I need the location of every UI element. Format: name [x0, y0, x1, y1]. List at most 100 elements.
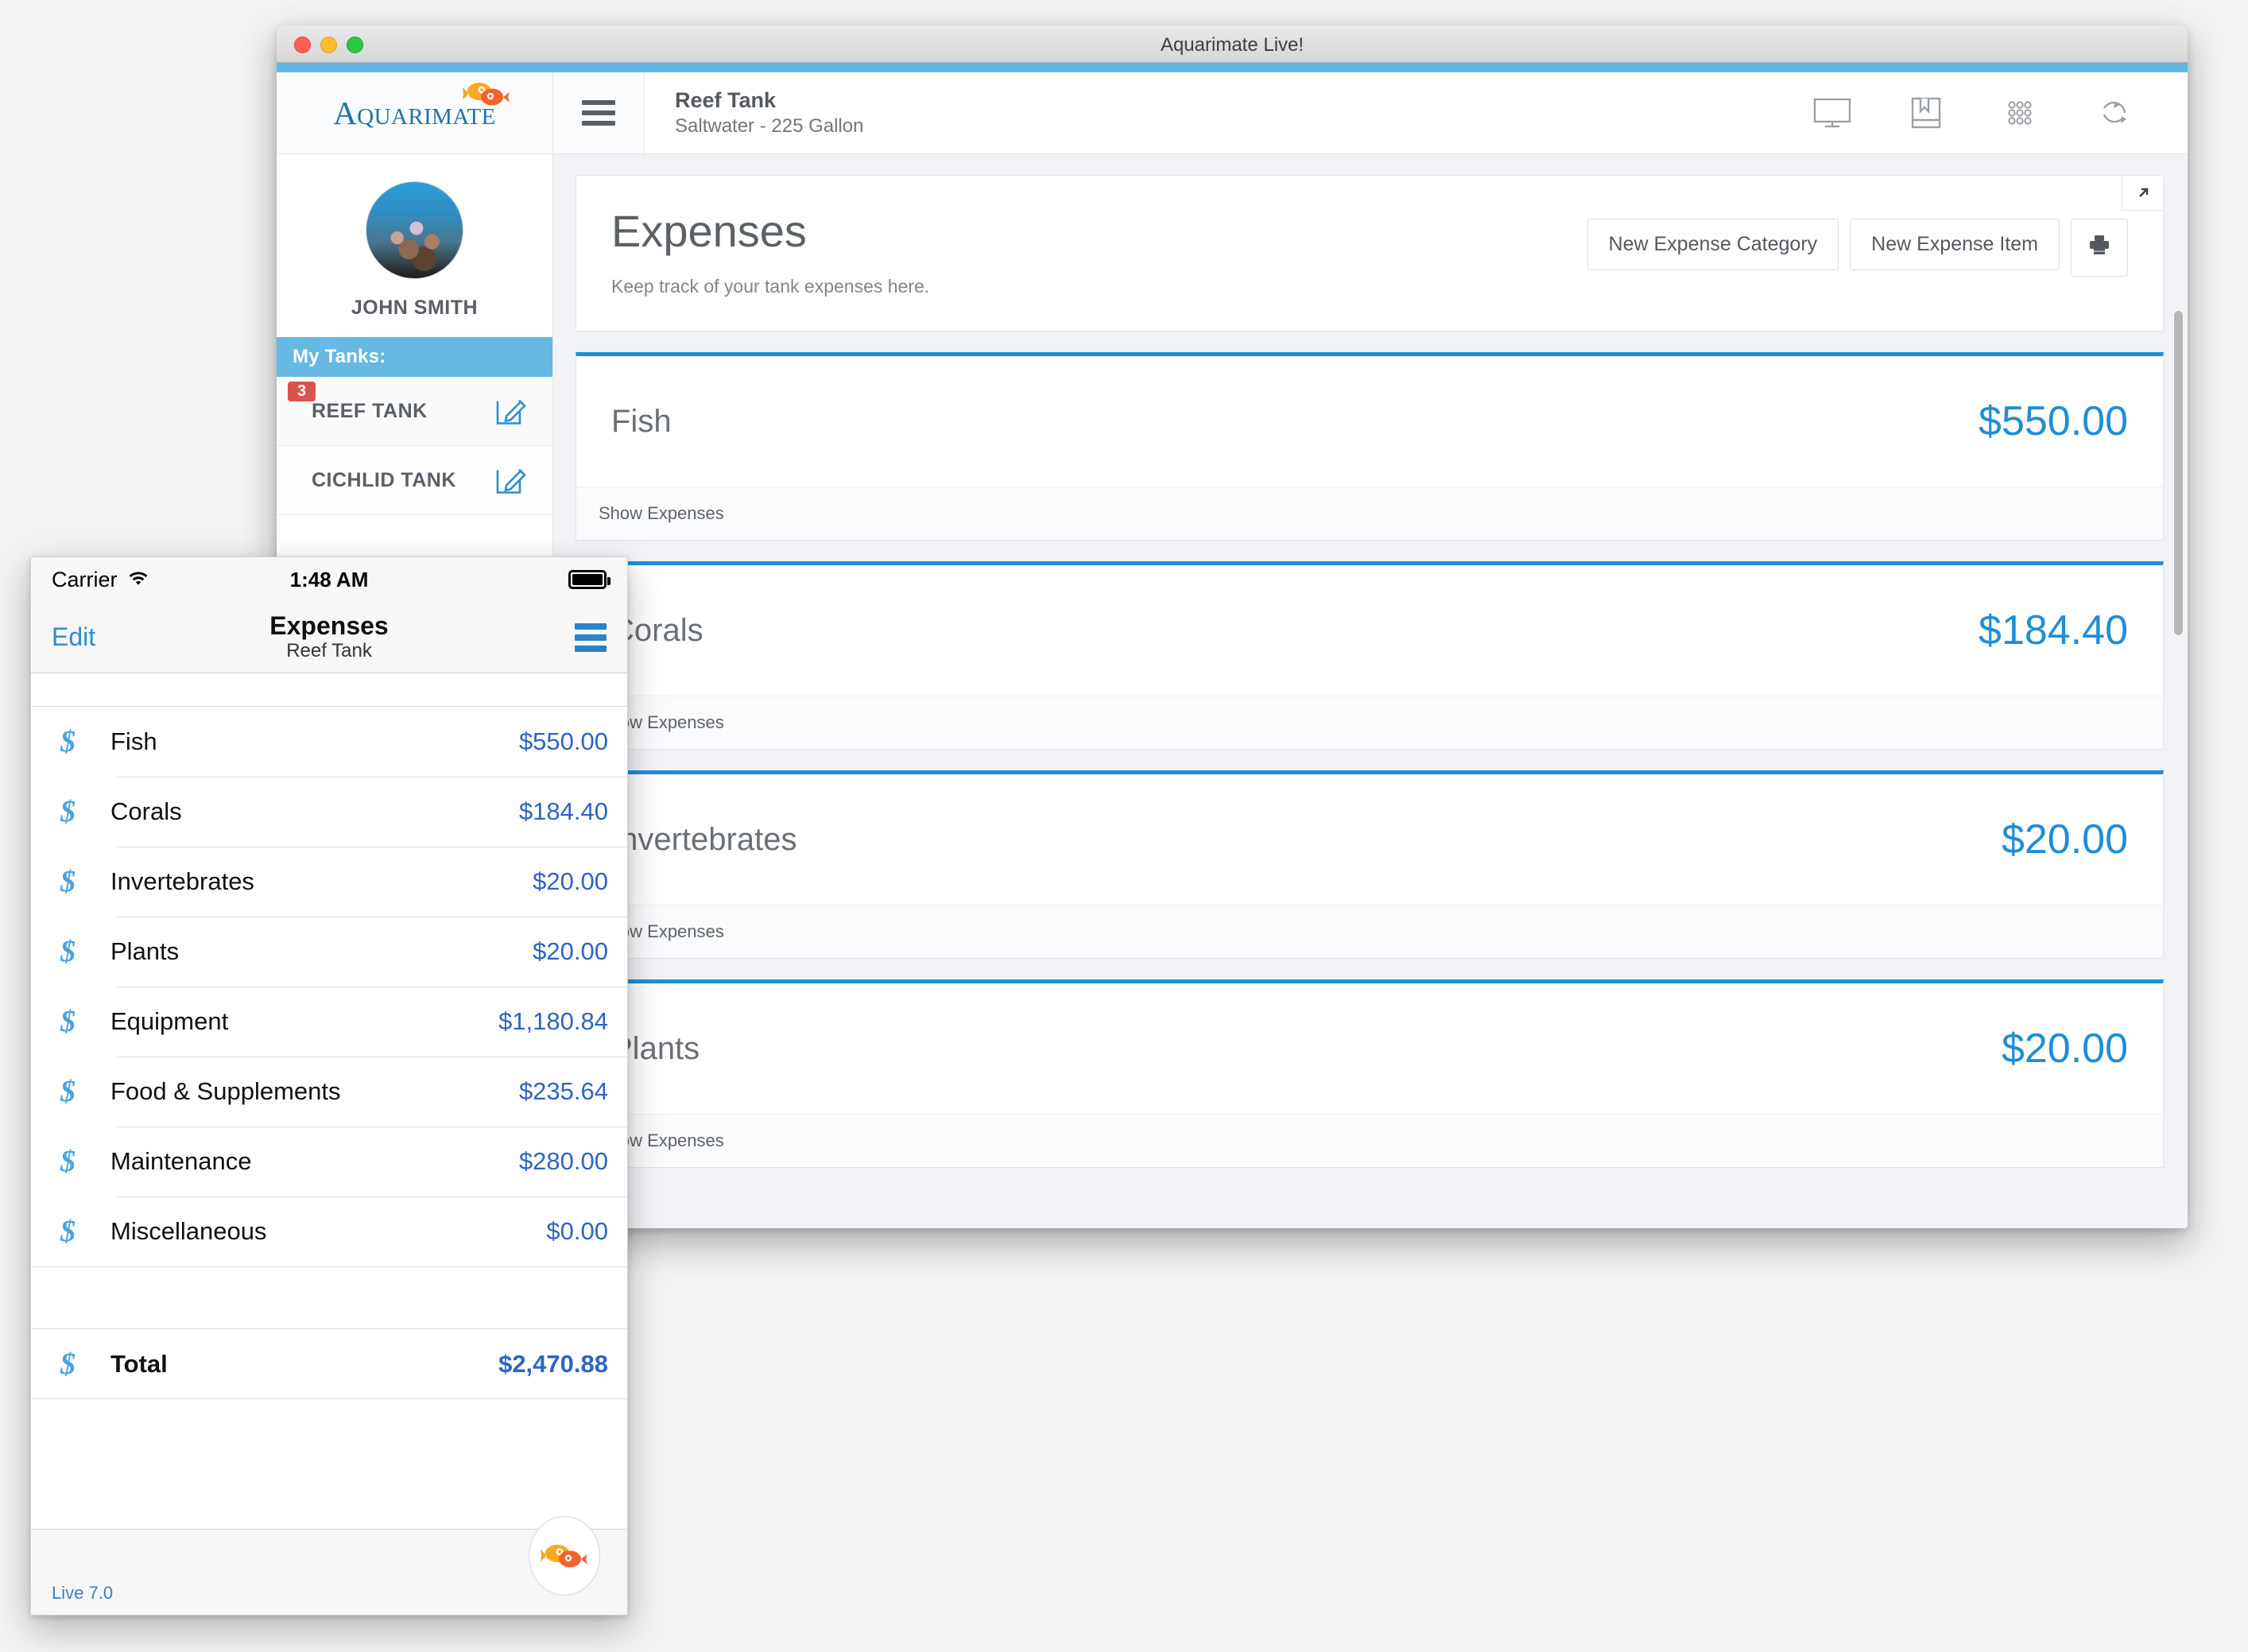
list-item-label: Food & Supplements [110, 1077, 341, 1105]
screen-root: Aquarimate Live! Aquarimate Reef Tank Sa… [0, 0, 2248, 1652]
list-item[interactable]: $ Equipment $1,180.84 [31, 987, 627, 1057]
print-button[interactable] [2071, 219, 2128, 277]
printer-icon [2087, 233, 2111, 262]
avatar[interactable] [366, 181, 463, 279]
new-expense-item-button[interactable]: New Expense Item [1850, 219, 2060, 270]
dollar-icon: $ [50, 794, 96, 829]
page-action-buttons: New Expense Category New Expense Item [1587, 209, 2128, 277]
page-header-panel: Expenses Keep track of your tank expense… [576, 175, 2164, 332]
svg-text:$: $ [60, 935, 76, 968]
list-item-amount: $184.40 [518, 797, 608, 825]
total-amount: $2,470.88 [498, 1349, 608, 1378]
category-name: Invertebrates [611, 821, 797, 857]
book-icon[interactable] [1879, 95, 1973, 131]
app-logo[interactable]: Aquarimate [277, 72, 553, 153]
list-empty-area [31, 1398, 627, 1529]
expense-category-card: Corals $184.40 Show Expenses [576, 561, 2164, 750]
app-version-label: Live 7.0 [52, 1583, 114, 1603]
refresh-icon[interactable] [2067, 94, 2161, 132]
expense-list: $ Fish $550.00 $ Corals $184.40 $ Invert… [31, 707, 627, 1398]
list-section-spacer [31, 1266, 627, 1328]
toolbar-icon-group [1785, 72, 2188, 153]
sidebar-item-label: REEF TANK [312, 399, 428, 422]
grid-apps-icon[interactable] [1973, 95, 2067, 131]
edit-icon[interactable] [495, 393, 529, 430]
battery-full-icon [568, 570, 610, 589]
list-item[interactable]: $ Miscellaneous $0.00 [31, 1196, 627, 1266]
my-tanks-header: My Tanks: [277, 337, 552, 377]
sidebar-item-reef-tank[interactable]: 3 REEF TANK [277, 377, 552, 446]
svg-text:$: $ [60, 865, 76, 898]
fish-logo-icon [462, 80, 510, 111]
phone-nav-bar: Edit Expenses Reef Tank [31, 602, 627, 673]
category-amount: $550.00 [1979, 398, 2128, 444]
list-item-amount: $1,180.84 [498, 1007, 608, 1035]
phone-status-bar: Carrier 1:48 AM [31, 557, 627, 602]
dollar-icon: $ [50, 1004, 96, 1039]
dollar-icon: $ [50, 1214, 96, 1249]
user-profile: JOHN SMITH [277, 154, 552, 337]
expand-arrow-icon[interactable] [2122, 176, 2163, 211]
category-amount: $20.00 [2001, 1026, 2128, 1072]
list-item-amount: $0.00 [546, 1217, 608, 1245]
window-title: Aquarimate Live! [1160, 34, 1304, 56]
vertical-scrollbar[interactable] [2172, 154, 2185, 1228]
status-badge: 3 [288, 382, 316, 401]
phone-menu-button[interactable] [575, 622, 607, 652]
list-item[interactable]: $ Plants $20.00 [31, 917, 627, 987]
svg-text:$: $ [60, 1348, 76, 1381]
show-expenses-link[interactable]: Show Expenses [599, 503, 724, 523]
phone-main: $ Fish $550.00 $ Corals $184.40 $ Invert… [31, 673, 627, 1615]
edit-icon[interactable] [495, 462, 529, 499]
dollar-icon: $ [50, 724, 96, 759]
expense-category-card: Invertebrates $20.00 Show Expenses [576, 770, 2164, 959]
content-area: Expenses Keep track of your tank expense… [553, 154, 2188, 1228]
list-item-label: Invertebrates [110, 867, 254, 895]
dollar-icon: $ [50, 864, 96, 899]
scrollbar-thumb[interactable] [2173, 310, 2184, 636]
hamburger-menu-icon [582, 100, 615, 126]
list-item[interactable]: $ Fish $550.00 [31, 707, 627, 777]
svg-text:$: $ [60, 1215, 76, 1248]
category-name: Fish [611, 403, 672, 439]
phone-page-subtitle: Reef Tank [286, 639, 372, 661]
svg-text:$: $ [60, 1145, 76, 1178]
monitor-icon[interactable] [1785, 95, 1879, 131]
aquarimate-fish-logo-icon[interactable] [529, 1516, 600, 1596]
dollar-icon: $ [50, 1074, 96, 1109]
current-tank-info: Reef Tank Saltwater - 225 Gallon [645, 72, 1785, 153]
current-tank-subtitle: Saltwater - 225 Gallon [675, 114, 864, 137]
list-item-amount: $20.00 [533, 867, 608, 895]
current-tank-name: Reef Tank [675, 88, 777, 113]
total-label: Total [110, 1349, 168, 1378]
window-titlebar: Aquarimate Live! [277, 25, 2188, 63]
phone-clock: 1:48 AM [289, 567, 369, 591]
expense-category-card: Fish $550.00 Show Expenses [576, 352, 2164, 541]
svg-text:$: $ [60, 795, 76, 828]
phone-simulator-window: Carrier 1:48 AM Edit Expenses Reef Tank [30, 556, 628, 1615]
phone-footer: Live 7.0 [31, 1516, 627, 1615]
sidebar-item-cichlid-tank[interactable]: CICHLID TANK [277, 446, 552, 515]
list-item[interactable]: $ Invertebrates $20.00 [31, 847, 627, 917]
svg-text:$: $ [60, 1075, 76, 1108]
list-item[interactable]: $ Maintenance $280.00 [31, 1127, 627, 1196]
list-item[interactable]: $ Corals $184.40 [31, 777, 627, 847]
list-item-amount: $20.00 [533, 937, 608, 965]
edit-button[interactable]: Edit [52, 622, 95, 652]
category-amount: $184.40 [1979, 607, 2128, 653]
new-expense-category-button[interactable]: New Expense Category [1587, 219, 1839, 270]
list-item-label: Maintenance [110, 1147, 252, 1175]
sidebar-item-label: CICHLID TANK [312, 468, 456, 491]
list-top-spacer [31, 673, 627, 707]
hamburger-menu-icon [575, 622, 607, 630]
list-item-amount: $280.00 [518, 1147, 608, 1175]
expense-total-row: $ Total $2,470.88 [31, 1328, 627, 1398]
dollar-icon: $ [50, 1144, 96, 1179]
sidebar-toggle-button[interactable] [553, 72, 645, 153]
list-item-amount: $550.00 [518, 727, 608, 755]
svg-text:$: $ [60, 1005, 76, 1038]
page-subtitle: Keep track of your tank expenses here. [611, 276, 930, 297]
phone-page-title: Expenses [269, 611, 389, 640]
profile-name: JOHN SMITH [351, 297, 479, 319]
list-item[interactable]: $ Food & Supplements $235.64 [31, 1057, 627, 1127]
